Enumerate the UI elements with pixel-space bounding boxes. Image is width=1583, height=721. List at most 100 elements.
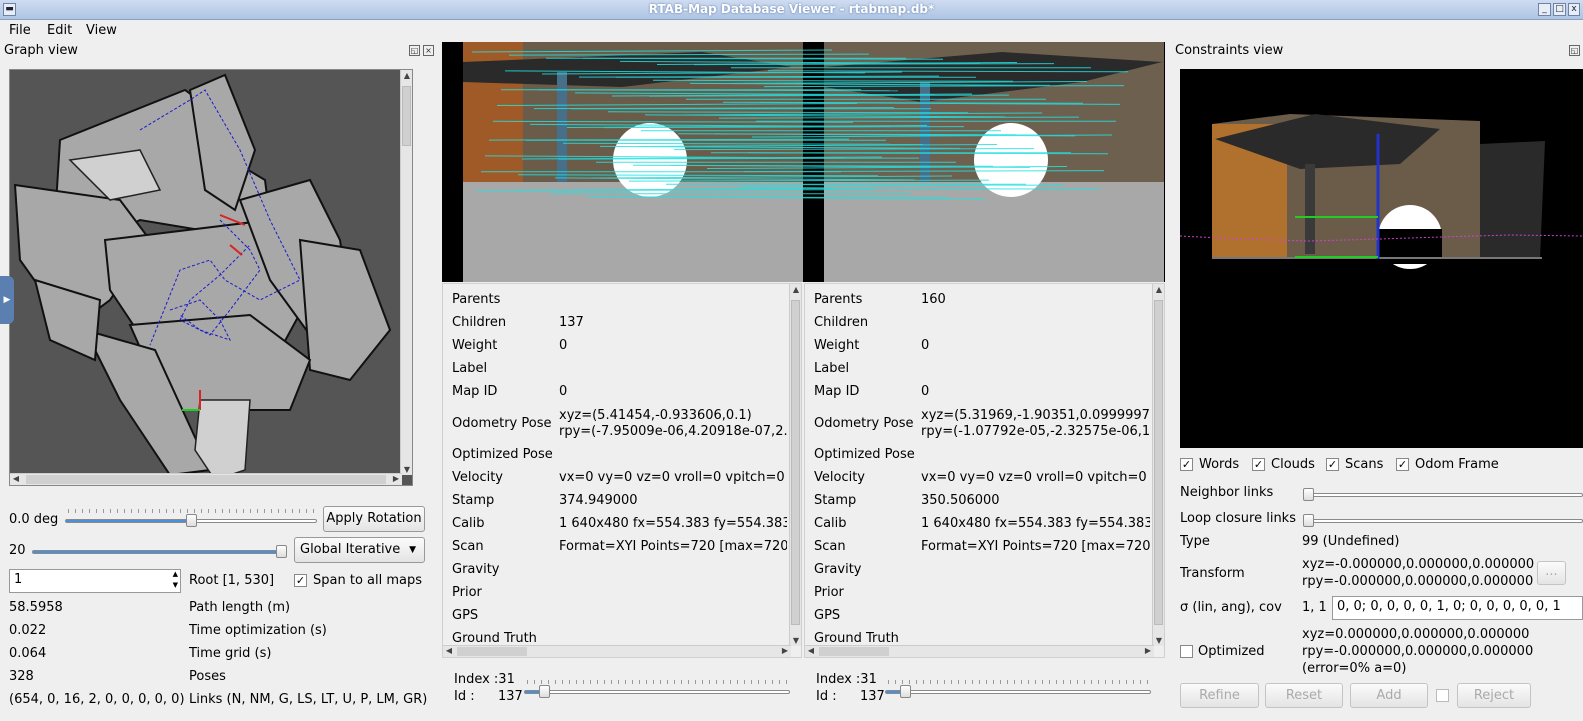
iterations-slider-handle[interactable] (276, 545, 287, 558)
reject-button[interactable]: Reject (1457, 683, 1531, 708)
graph-map-canvas[interactable]: ▲ ▼ ◀ ▶ (9, 69, 413, 486)
minimize-icon[interactable]: _ (1538, 3, 1551, 16)
constraints-float-icon[interactable]: ◱ (1569, 45, 1580, 56)
info-row-value: 1 640x480 fx=554.383 fy=554.383 (921, 516, 1150, 531)
info-row-key: Optimized Pose (814, 447, 915, 462)
loop-links-slider[interactable] (1305, 519, 1583, 523)
graph-vertical-scrollbar[interactable]: ▲ ▼ (400, 70, 412, 475)
left-info-hscroll-handle[interactable] (457, 647, 527, 656)
menu-edit[interactable]: Edit (47, 23, 72, 38)
info-row-key: Label (452, 361, 488, 376)
info-row: Gravity (443, 559, 801, 582)
neighbor-links-slider[interactable] (1305, 493, 1583, 497)
left-id-label: Id : (454, 689, 475, 704)
info-row-key: Prior (452, 585, 482, 600)
root-spinbox[interactable]: 1 ▲ ▼ (9, 569, 181, 593)
sigma-value: 1, 1 (1302, 600, 1327, 615)
info-row: Optimized Pose (805, 444, 1164, 467)
info-row: Stamp 350.506000 (805, 490, 1164, 513)
add-button[interactable]: Add (1350, 683, 1428, 708)
info-row: Scan Format=XYI Points=720 [max=720] (443, 536, 801, 559)
info-row-key: Scan (452, 539, 484, 554)
reject-checkbox[interactable] (1436, 689, 1449, 702)
path-length-value: 58.5958 (9, 600, 63, 615)
right-id-ticks (888, 680, 1150, 684)
words-checkbox[interactable]: ✓ (1180, 458, 1193, 471)
left-info-hscroll[interactable]: ◀ ▶ (443, 645, 791, 657)
left-info-vscroll[interactable]: ▲ ▼ (789, 284, 801, 646)
info-row-value: 137 (559, 315, 584, 330)
menu-file[interactable]: File (9, 23, 31, 38)
close-icon[interactable]: x (1568, 3, 1580, 16)
time-optimization-label: Time optimization (s) (189, 623, 327, 638)
optimized-error: (error=0% a=0) (1302, 661, 1407, 676)
info-row-key: Ground Truth (452, 631, 537, 646)
graph-horizontal-scrollbar[interactable]: ◀ ▶ (10, 473, 402, 485)
info-row-key: Ground Truth (814, 631, 899, 646)
maximize-icon[interactable]: □ (1553, 3, 1566, 16)
info-row-key: Stamp (814, 493, 857, 508)
right-id-slider[interactable] (885, 690, 1151, 694)
right-node-info: Parents 160 Children Weight 0 Label Map ID 0 Odo… (804, 283, 1165, 658)
info-row-value: vx=0 vy=0 vz=0 vroll=0 vpitch=0 v (921, 470, 1150, 485)
info-row-key: Gravity (814, 562, 862, 577)
time-optimization-value: 0.022 (9, 623, 47, 638)
dock-float-icon[interactable]: ◱ (409, 45, 420, 56)
info-row: Velocity vx=0 vy=0 vz=0 vroll=0 vpitch=0 … (443, 467, 801, 490)
left-id-slider-handle[interactable] (538, 685, 550, 698)
right-info-vscroll-handle[interactable] (1154, 300, 1163, 625)
info-row-key: Weight (814, 338, 860, 353)
neighbor-links-handle[interactable] (1303, 488, 1314, 501)
optimized-checkbox[interactable] (1180, 645, 1193, 658)
reset-button[interactable]: Reset (1265, 683, 1343, 708)
right-info-vscroll[interactable]: ▲ ▼ (1152, 284, 1164, 646)
optimizer-select[interactable]: Global Iterative ▼ (294, 537, 425, 563)
stereo-image-pair (463, 42, 1164, 282)
poses-value: 328 (9, 669, 34, 684)
menu-view[interactable]: View (86, 23, 117, 38)
info-row: Velocity vx=0 vy=0 vz=0 vroll=0 vpitch=0 … (805, 467, 1164, 490)
info-row-value: 350.506000 (921, 493, 1000, 508)
iterations-slider[interactable] (32, 550, 287, 554)
sigma-label: σ (lin, ang), cov (1180, 600, 1282, 615)
graph-h-scroll-handle[interactable] (26, 475, 386, 484)
span-maps-checkbox[interactable]: ✓ (294, 574, 307, 587)
right-info-hscroll-handle[interactable] (819, 647, 889, 656)
info-row-value: Format=XYI Points=720 [max=720] (921, 539, 1150, 554)
side-panel-toggle[interactable]: ▶ (0, 276, 14, 324)
image-matching-view[interactable] (442, 42, 1165, 282)
path-length-label: Path length (m) (189, 600, 291, 615)
info-row-key: Velocity (814, 470, 865, 485)
info-row: Map ID 0 (805, 381, 1164, 404)
dock-close-icon[interactable]: × (423, 45, 434, 56)
rotation-slider-handle[interactable] (185, 514, 197, 527)
info-row: Calib 1 640x480 fx=554.383 fy=554.383 (443, 513, 801, 536)
right-id-slider-handle[interactable] (899, 685, 911, 698)
transform-xyz: xyz=-0.000000,0.000000,0.000000 (1302, 557, 1535, 572)
right-id-label: Id : (816, 689, 837, 704)
span-maps-label: Span to all maps (313, 573, 423, 588)
info-row-value: Format=XYI Points=720 [max=720] (559, 539, 787, 554)
apply-rotation-button[interactable]: Apply Rotation (323, 506, 425, 532)
spin-down-icon[interactable]: ▼ (173, 575, 178, 592)
type-value: 99 (Undefined) (1302, 534, 1400, 549)
clouds-checkbox[interactable]: ✓ (1252, 458, 1265, 471)
info-row: Weight 0 (805, 335, 1164, 358)
neighbor-links-label: Neighbor links (1180, 485, 1274, 500)
rotation-value: 0.0 deg (9, 512, 59, 527)
graph-v-scroll-handle[interactable] (402, 86, 411, 146)
odom-frame-checkbox[interactable]: ✓ (1396, 458, 1409, 471)
info-row-key: Children (452, 315, 507, 330)
loop-links-handle[interactable] (1303, 514, 1314, 527)
refine-button[interactable]: Refine (1180, 683, 1259, 708)
covariance-field[interactable]: 0, 0; 0, 0, 0, 0, 1, 0; 0, 0, 0, 0, 0, 1 (1332, 596, 1583, 620)
constraints-3d-view[interactable] (1180, 69, 1583, 448)
right-info-hscroll[interactable]: ◀ ▶ (805, 645, 1154, 657)
scans-checkbox[interactable]: ✓ (1326, 458, 1339, 471)
info-row: Stamp 374.949000 (443, 490, 801, 513)
optimized-label: Optimized (1198, 644, 1265, 659)
left-info-vscroll-handle[interactable] (791, 300, 800, 625)
info-row-key: Odometry Pose (452, 416, 552, 431)
transform-edit-button[interactable]: ... (1537, 561, 1566, 585)
left-id-slider[interactable] (524, 690, 790, 694)
